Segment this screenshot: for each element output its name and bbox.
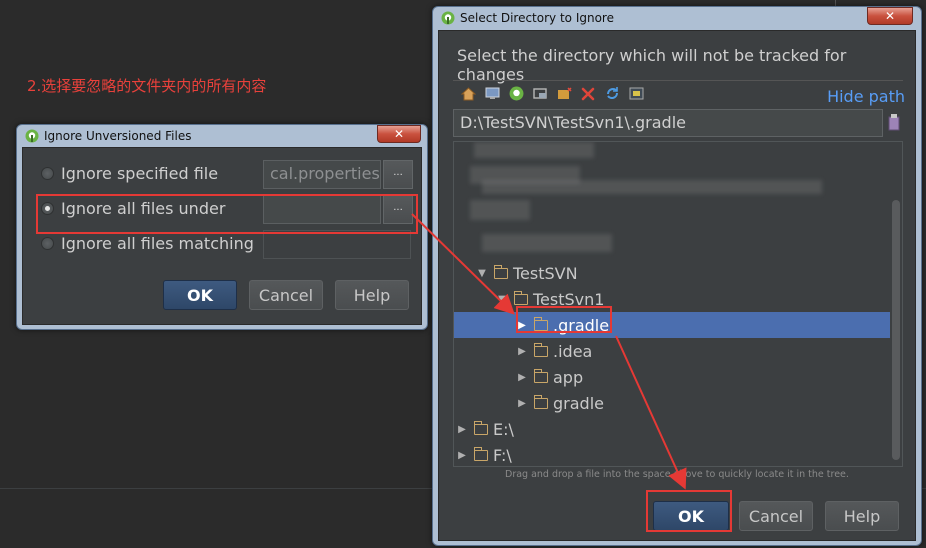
radio-button[interactable] [41, 167, 54, 180]
cancel-button[interactable]: Cancel [249, 280, 323, 310]
vertical-scrollbar[interactable] [892, 200, 900, 460]
collapsed-arrow-icon[interactable]: ▶ [456, 424, 468, 435]
expanded-arrow-icon[interactable]: ▼ [496, 294, 508, 305]
dialog-body: Select the directory which will not be t… [438, 30, 916, 541]
collapsed-arrow-icon[interactable]: ▶ [456, 450, 468, 461]
hide-path-link[interactable]: Hide path [827, 87, 905, 106]
folder-icon [533, 368, 548, 383]
folder-icon [513, 290, 528, 305]
directory-tree[interactable]: ▼ TestSVN ▼ TestSvn1 ▶ .gradle ▶ .idea ▶… [453, 141, 903, 467]
tree-node-gradle[interactable]: ▶ gradle [454, 390, 890, 416]
show-hidden-icon[interactable] [627, 85, 645, 103]
folder-icon [473, 446, 488, 461]
path-history-icon[interactable] [887, 113, 901, 131]
tree-node-testsvn[interactable]: ▼ TestSVN [454, 260, 890, 286]
browse-button[interactable]: ... [383, 160, 413, 189]
home-icon[interactable] [459, 85, 477, 103]
blurred-content [482, 180, 822, 194]
close-button[interactable]: ✕ [867, 7, 913, 25]
option-ignore-matching[interactable]: Ignore all files matching [41, 234, 254, 253]
collapsed-arrow-icon[interactable]: ▶ [516, 398, 528, 409]
close-button[interactable]: ✕ [377, 125, 421, 143]
highlight-box-option [36, 194, 418, 234]
blurred-content [470, 200, 530, 220]
drag-drop-hint: Drag and drop a file into the space abov… [505, 469, 849, 480]
tree-node-label: TestSVN [513, 263, 578, 283]
option-label: Ignore all files matching [61, 234, 254, 253]
folder-icon [533, 342, 548, 357]
module-icon[interactable] [531, 85, 549, 103]
tree-node-idea[interactable]: ▶ .idea [454, 338, 890, 364]
android-studio-icon [25, 129, 39, 143]
tree-node-app[interactable]: ▶ app [454, 364, 890, 390]
path-field[interactable]: D:\TestSVN\TestSvn1\.gradle [453, 109, 883, 137]
dialog-titlebar: Select Directory to Ignore [441, 11, 614, 25]
help-button[interactable]: Help [335, 280, 409, 310]
option-ignore-specified-file[interactable]: Ignore specified file [41, 164, 218, 183]
radio-button[interactable] [41, 237, 54, 250]
specified-file-field[interactable]: cal.properties [263, 160, 381, 189]
blurred-content [474, 142, 594, 158]
tree-node-drive-e[interactable]: ▶ E:\ [454, 416, 890, 442]
tree-node-label: app [553, 367, 584, 387]
folder-icon [473, 420, 488, 435]
highlight-box-ok [646, 490, 732, 532]
collapsed-arrow-icon[interactable]: ▶ [516, 372, 528, 383]
dialog-title: Select Directory to Ignore [460, 11, 614, 25]
new-folder-icon[interactable] [555, 85, 573, 103]
close-icon: ✕ [393, 127, 405, 141]
select-directory-dialog: Select Directory to Ignore ✕ Select the … [432, 6, 922, 546]
tree-node-drive-f[interactable]: ▶ F:\ [454, 442, 890, 466]
delete-icon[interactable] [579, 85, 597, 103]
tree-node-label: .idea [553, 341, 593, 361]
collapsed-arrow-icon[interactable]: ▶ [516, 346, 528, 357]
expanded-arrow-icon[interactable]: ▼ [476, 268, 488, 279]
ok-button[interactable]: OK [163, 280, 237, 310]
tree-node-label: F:\ [493, 445, 512, 465]
android-project-icon[interactable] [507, 85, 525, 103]
refresh-icon[interactable] [603, 85, 621, 103]
option-label: Ignore specified file [61, 164, 219, 183]
blurred-content [482, 234, 612, 252]
highlight-box-gradle [516, 306, 612, 333]
desktop-icon[interactable] [483, 85, 501, 103]
annotation-text: 2.选择要忽略的文件夹内的所有内容 [27, 77, 267, 95]
help-button[interactable]: Help [825, 501, 899, 531]
cancel-button[interactable]: Cancel [739, 501, 813, 531]
dialog-titlebar: Ignore Unversioned Files [25, 129, 191, 143]
screenshot-stage: 2.选择要忽略的文件夹内的所有内容 Ignore Unversioned Fil… [0, 0, 926, 548]
tree-node-label: E:\ [493, 419, 514, 439]
folder-icon [493, 264, 508, 279]
folder-icon [533, 394, 548, 409]
tree-node-label: gradle [553, 393, 604, 413]
dialog-body: Ignore specified file cal.properties ...… [22, 147, 422, 325]
pattern-field[interactable] [263, 230, 411, 259]
close-icon: ✕ [884, 9, 896, 23]
android-studio-icon [441, 11, 455, 25]
dialog-description: Select the directory which will not be t… [457, 46, 847, 84]
dialog-title: Ignore Unversioned Files [44, 129, 192, 143]
